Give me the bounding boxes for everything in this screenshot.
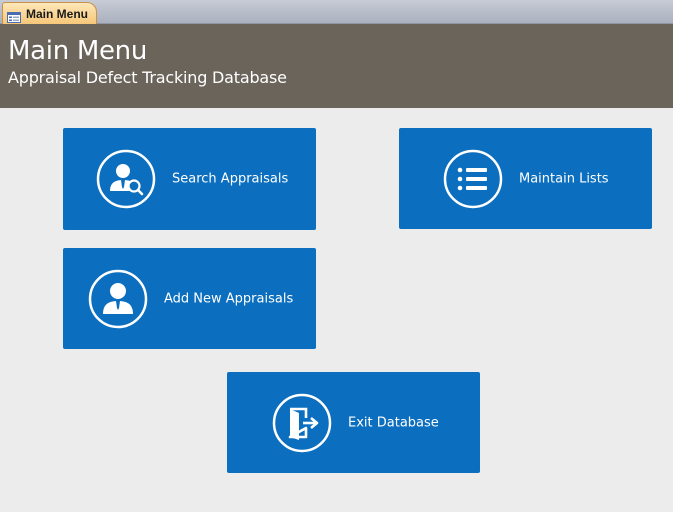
- form-header: Main Menu Appraisal Defect Tracking Data…: [0, 24, 673, 108]
- page-title: Main Menu: [8, 36, 148, 66]
- person-search-icon: [96, 149, 156, 209]
- form-icon: [7, 8, 21, 23]
- tab-label: Main Menu: [26, 6, 88, 21]
- add-new-appraisals-button[interactable]: Add New Appraisals: [63, 248, 316, 349]
- person-icon: [88, 269, 148, 329]
- maintain-lists-button[interactable]: Maintain Lists: [399, 128, 652, 229]
- exit-database-button[interactable]: Exit Database: [227, 372, 480, 473]
- add-new-appraisals-label: Add New Appraisals: [164, 291, 294, 306]
- document-tab-strip: Main Menu: [0, 0, 673, 24]
- page-subtitle: Appraisal Defect Tracking Database: [8, 68, 287, 87]
- search-appraisals-button[interactable]: Search Appraisals: [63, 128, 316, 230]
- tab-main-menu[interactable]: Main Menu: [2, 2, 97, 24]
- list-icon: [443, 149, 503, 209]
- exit-database-label: Exit Database: [348, 415, 439, 430]
- maintain-lists-label: Maintain Lists: [519, 171, 609, 186]
- exit-door-icon: [272, 393, 332, 453]
- search-appraisals-label: Search Appraisals: [172, 171, 289, 187]
